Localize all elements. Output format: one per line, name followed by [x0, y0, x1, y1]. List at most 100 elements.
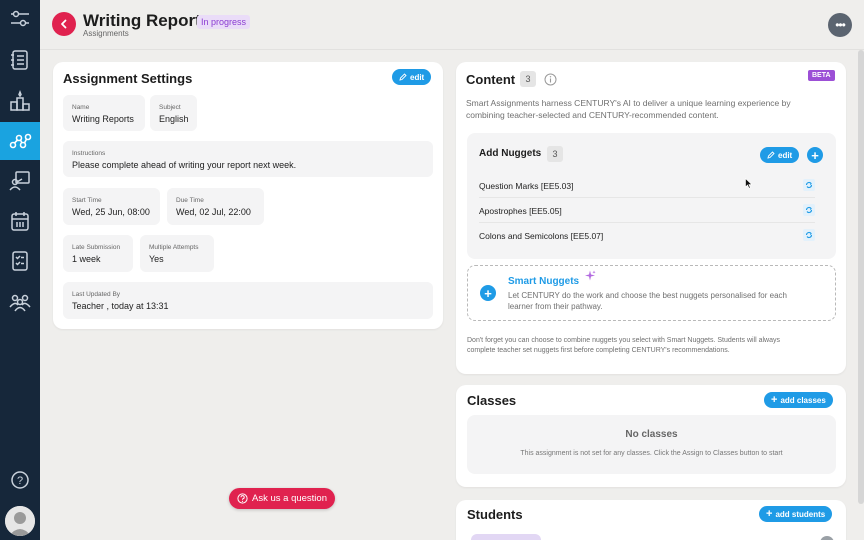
settings-edit-label: edit	[410, 72, 425, 82]
help-button[interactable]: ?	[0, 461, 40, 499]
chevron-left-icon	[61, 19, 67, 29]
sidebar-item-calendar[interactable]	[0, 202, 40, 240]
pathway-nodes-icon	[9, 133, 32, 149]
nugget-label: Apostrophes [EE5.05]	[479, 206, 562, 216]
chart-podium-icon	[10, 89, 30, 111]
calendar-icon	[11, 212, 29, 231]
classes-card: Classes + add classes No classes This as…	[456, 385, 846, 487]
due-time-value: Wed, 02 Jul, 22:00	[176, 207, 251, 217]
scrollbar[interactable]	[858, 50, 864, 504]
notebook-icon	[11, 50, 28, 70]
content-footnote-2: complete teacher set nuggets first befor…	[467, 347, 730, 354]
nugget-row[interactable]: Question Marks [EE5.03]	[479, 173, 815, 198]
sidebar-item-courses[interactable]	[0, 41, 40, 79]
students-title: Students	[467, 507, 523, 522]
no-classes-text: This assignment is not set for any class…	[520, 450, 783, 457]
multiple-attempts-field[interactable]: Multiple Attempts Yes	[140, 235, 214, 272]
late-submission-field[interactable]: Late Submission 1 week	[63, 235, 133, 272]
add-nuggets-title: Add Nuggets	[479, 148, 542, 159]
content-description-1: Smart Assignments harness CENTURY's AI t…	[466, 98, 791, 108]
instructions-value: Please complete ahead of writing your re…	[72, 160, 297, 170]
add-classes-button[interactable]: + add classes	[764, 392, 833, 408]
users-group-icon	[9, 294, 31, 312]
sidebar-item-pathways[interactable]	[0, 122, 40, 160]
user-avatar-icon	[5, 506, 35, 536]
nuggets-edit-label: edit	[778, 150, 793, 160]
sidebar-item-assignments[interactable]	[0, 242, 40, 280]
student-chip[interactable]	[471, 534, 541, 540]
page-header: Writing Reports In progress Assignments …	[40, 0, 864, 50]
avatar[interactable]	[5, 506, 35, 536]
plus-icon: +	[811, 147, 819, 163]
last-updated-value: Teacher , today at 13:31	[72, 301, 169, 311]
sidebar-item-users[interactable]	[0, 283, 40, 321]
question-circle-icon	[237, 493, 248, 504]
due-time-field[interactable]: Due Time Wed, 02 Jul, 22:00	[167, 188, 264, 225]
swap-icon[interactable]	[803, 179, 815, 191]
subject-value: English	[159, 114, 189, 124]
nugget-row[interactable]: Apostrophes [EE5.05]	[479, 198, 815, 223]
checklist-icon	[12, 251, 28, 271]
breadcrumb[interactable]: Assignments	[83, 29, 129, 38]
classes-title: Classes	[467, 393, 517, 408]
content-description-2: combining teacher-selected and CENTURY-r…	[466, 110, 719, 120]
plus-icon: +	[771, 393, 778, 406]
name-field[interactable]: Name Writing Reports	[63, 95, 145, 131]
teacher-board-icon	[9, 171, 30, 191]
students-more-button[interactable]	[820, 536, 834, 540]
name-label: Name	[72, 104, 90, 111]
swap-icon[interactable]	[803, 204, 815, 216]
nugget-label: Question Marks [EE5.03]	[479, 181, 574, 191]
nuggets-count-badge: 3	[547, 146, 563, 162]
info-icon[interactable]	[544, 73, 557, 86]
students-card: Students + add students	[456, 500, 846, 540]
instructions-field[interactable]: Instructions Please complete ahead of wr…	[63, 141, 433, 177]
multiple-attempts-label: Multiple Attempts	[149, 244, 199, 251]
late-submission-value: 1 week	[72, 254, 101, 264]
instructions-label: Instructions	[72, 150, 106, 157]
sparkle-icon	[585, 270, 596, 281]
add-nugget-button[interactable]: +	[807, 147, 823, 163]
last-updated-field: Last Updated By Teacher , today at 13:31	[63, 282, 433, 319]
add-students-button[interactable]: + add students	[759, 506, 833, 522]
svg-text:?: ?	[17, 475, 23, 487]
smart-nuggets-panel[interactable]: + Smart Nuggets Let CENTURY do the work …	[467, 265, 836, 321]
help-icon: ?	[11, 471, 29, 489]
subject-field[interactable]: Subject English	[150, 95, 197, 131]
pencil-icon	[399, 73, 407, 81]
start-time-field[interactable]: Start Time Wed, 25 Jun, 08:00	[63, 188, 160, 225]
beta-badge: BETA	[808, 70, 835, 81]
add-students-label: add students	[775, 509, 826, 519]
nugget-label: Colons and Semicolons [EE5.07]	[479, 231, 604, 241]
back-button[interactable]	[52, 12, 76, 36]
more-options-button[interactable]: •••	[828, 13, 852, 37]
ask-question-label: Ask us a question	[252, 493, 327, 504]
nuggets-edit-button[interactable]: edit	[760, 147, 800, 163]
content-card: Content 3 BETA Smart Assignments harness…	[456, 62, 846, 374]
nugget-row[interactable]: Colons and Semicolons [EE5.07]	[479, 223, 815, 248]
swap-icon[interactable]	[803, 229, 815, 241]
ask-question-button[interactable]: Ask us a question	[229, 488, 335, 509]
smart-nuggets-title: Smart Nuggets	[508, 276, 580, 287]
add-classes-label: add classes	[780, 395, 826, 405]
sidebar-item-settings[interactable]	[0, 0, 40, 38]
pencil-icon	[767, 151, 775, 159]
sidebar-item-leaderboard[interactable]	[0, 82, 40, 120]
status-badge: In progress	[197, 15, 251, 29]
page-title: Writing Reports	[83, 11, 211, 30]
no-classes-title: No classes	[625, 429, 678, 440]
name-value: Writing Reports	[72, 114, 134, 124]
settings-edit-button[interactable]: edit	[392, 69, 432, 85]
start-time-label: Start Time	[72, 197, 102, 204]
content-footnote-1: Don't forget you can choose to combine n…	[467, 337, 781, 344]
plus-icon: +	[766, 507, 773, 520]
add-smart-nuggets-button[interactable]: +	[480, 285, 496, 301]
assignment-settings-title: Assignment Settings	[63, 71, 193, 86]
sidebar-item-teaching[interactable]	[0, 162, 40, 200]
late-submission-label: Late Submission	[72, 244, 121, 251]
content-count-badge: 3	[520, 71, 536, 87]
last-updated-label: Last Updated By	[72, 291, 121, 298]
classes-empty-state: No classes This assignment is not set fo…	[467, 415, 836, 474]
add-nuggets-panel: Add Nuggets 3 edit + Question Marks [EE5…	[467, 133, 836, 259]
smart-nuggets-text-2: learner from their pathway.	[508, 302, 603, 311]
